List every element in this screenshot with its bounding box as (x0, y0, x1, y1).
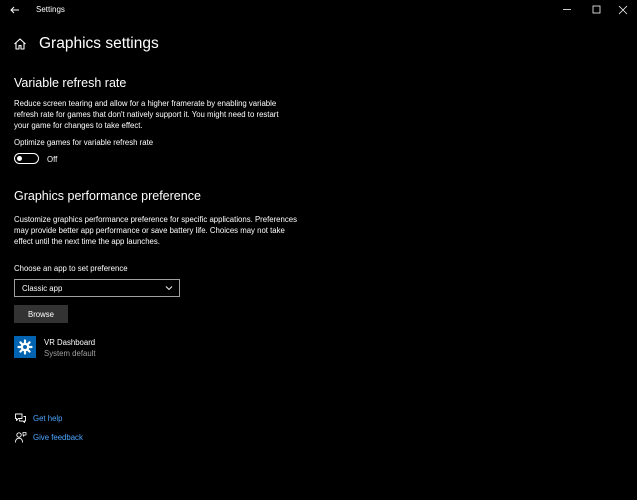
gpp-description: Customize graphics performance preferenc… (14, 215, 297, 246)
app-name: VR Dashboard (44, 338, 96, 347)
chat-bubble-icon (15, 413, 26, 423)
home-icon[interactable] (12, 36, 28, 52)
choose-app-label: Choose an app to set preference (14, 264, 128, 273)
minimize-icon (563, 9, 571, 10)
get-help-text: Get help (33, 414, 63, 423)
gpp-heading: Graphics performance preference (14, 189, 201, 203)
vrr-description: Reduce screen tearing and allow for a hi… (14, 99, 279, 130)
close-button[interactable] (608, 0, 637, 20)
page-title: Graphics settings (39, 35, 159, 52)
browse-button[interactable]: Browse (14, 305, 68, 323)
app-type-value: Classic app (22, 284, 63, 293)
minimize-button[interactable] (552, 0, 582, 20)
maximize-icon (592, 5, 601, 14)
gear-icon (17, 339, 33, 355)
close-icon (618, 5, 628, 15)
back-button[interactable] (6, 2, 24, 18)
back-arrow-icon (10, 6, 19, 14)
browse-button-label: Browse (28, 310, 54, 319)
vrr-toggle-label: Optimize games for variable refresh rate (14, 138, 154, 147)
app-type-dropdown[interactable]: Classic app (14, 279, 180, 297)
chevron-down-icon (165, 286, 173, 291)
maximize-button[interactable] (581, 0, 611, 20)
window-title: Settings (36, 5, 65, 14)
title-bar: Settings (0, 0, 637, 20)
app-list-item[interactable]: VR Dashboard System default (14, 336, 144, 362)
app-icon (14, 336, 36, 358)
vrr-toggle[interactable] (14, 153, 39, 164)
give-feedback-text: Give feedback (33, 433, 83, 442)
toggle-knob (17, 155, 22, 161)
vrr-toggle-state: Off (47, 155, 58, 164)
feedback-person-icon (15, 432, 27, 443)
app-preference: System default (44, 349, 96, 358)
vrr-heading: Variable refresh rate (14, 76, 127, 90)
